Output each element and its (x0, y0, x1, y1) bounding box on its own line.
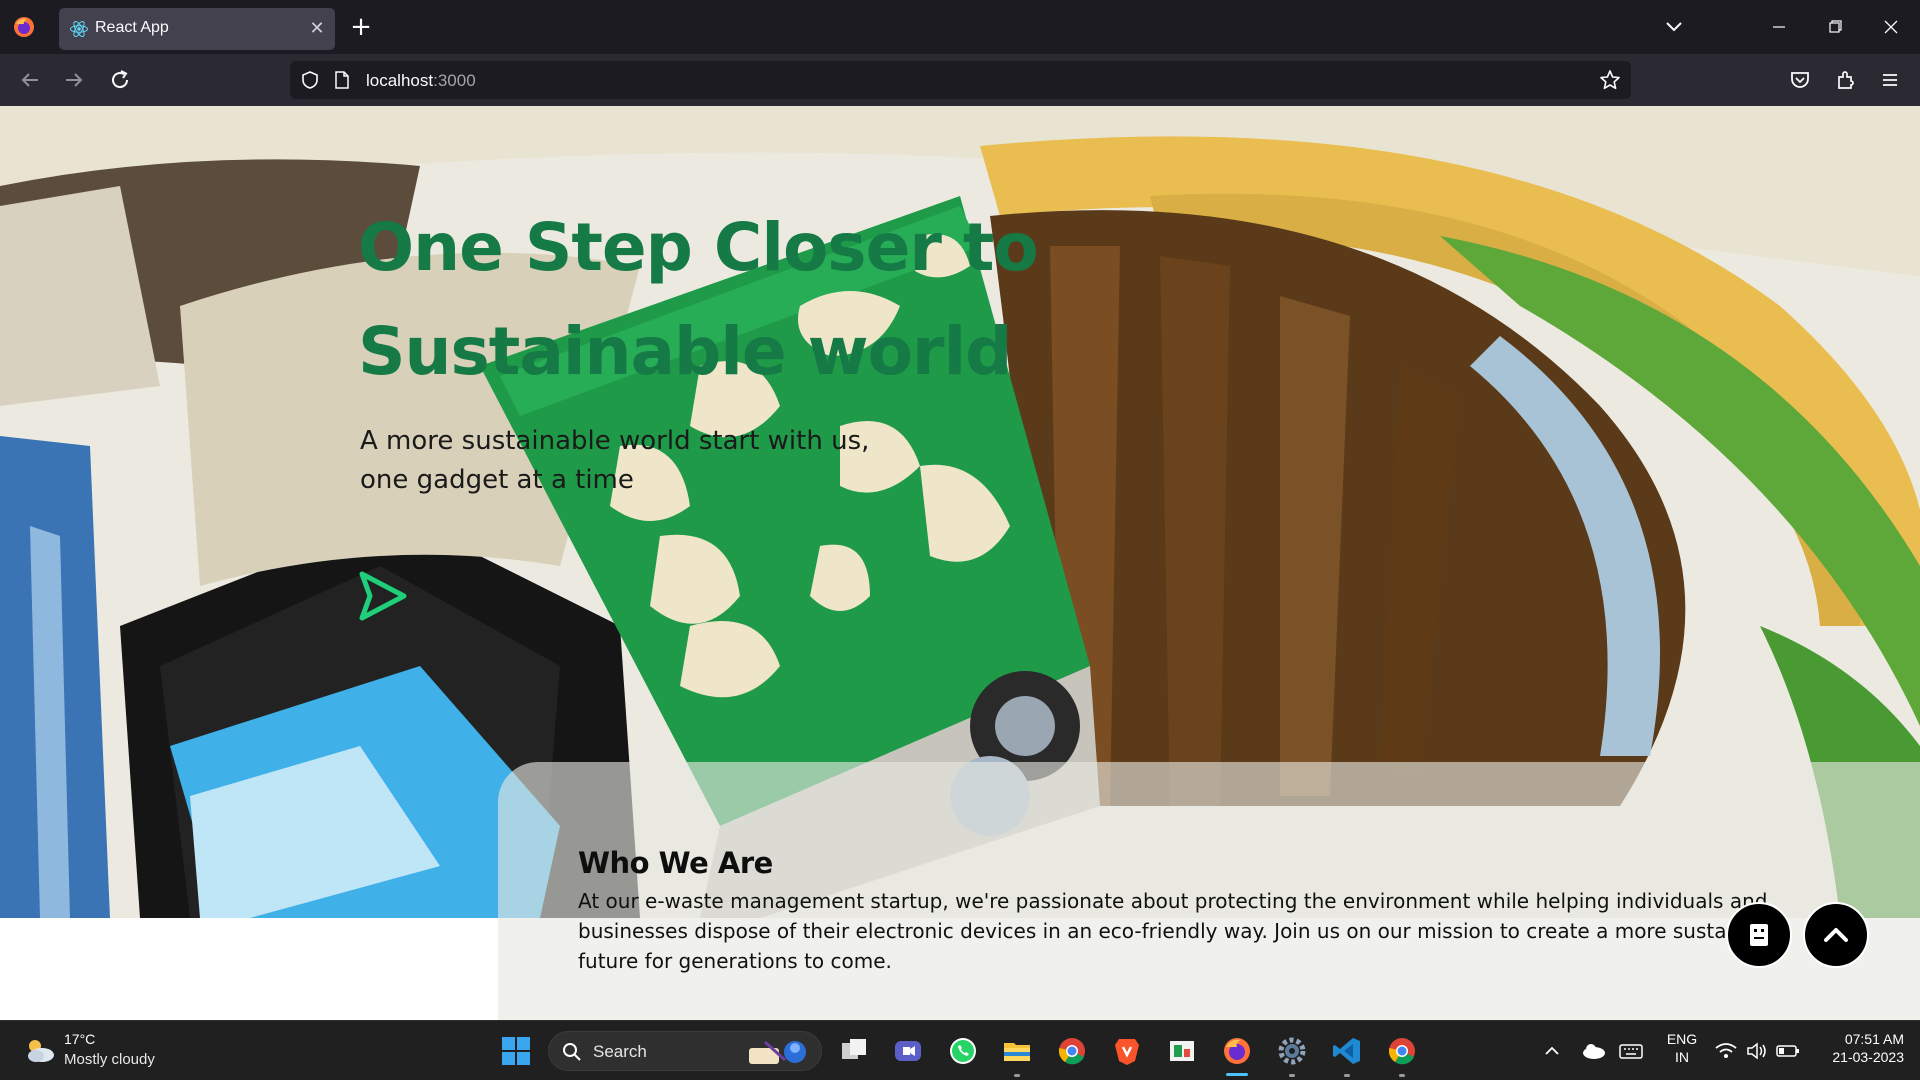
restore-icon[interactable] (1812, 10, 1858, 44)
page-info-icon[interactable] (333, 70, 351, 90)
language-code: ENG (1666, 1031, 1698, 1047)
new-tab-button[interactable]: + (347, 13, 375, 41)
app-running-indicator (1014, 1074, 1020, 1077)
app-running-indicator (1289, 1074, 1295, 1077)
hero-title-line-2: Sustainable world (358, 313, 1012, 390)
scroll-to-top-button[interactable] (1803, 902, 1869, 968)
clock-date: 21-03-2023 (1832, 1049, 1904, 1065)
bookmark-star-icon[interactable] (1599, 69, 1621, 91)
chrome-profile-icon[interactable] (1386, 1035, 1418, 1067)
onedrive-cloud-icon[interactable] (1578, 1035, 1608, 1067)
app-running-indicator (1344, 1074, 1350, 1077)
cloud-weather-icon[interactable] (22, 1035, 56, 1065)
hero-subtitle-line-2: one gadget at a time (360, 465, 634, 495)
firefox-menu-icon[interactable] (12, 15, 36, 39)
clock[interactable]: 07:51 AM 21-03-2023 (1808, 1031, 1904, 1065)
whatsapp-icon[interactable] (947, 1035, 979, 1067)
store-app-icon[interactable] (1166, 1035, 1198, 1067)
tracking-shield-icon[interactable] (300, 70, 320, 90)
chrome-icon[interactable] (1056, 1035, 1088, 1067)
battery-icon[interactable] (1774, 1035, 1802, 1067)
browser-tab-active[interactable]: React App ✕ (59, 8, 335, 50)
react-logo-icon (70, 20, 88, 38)
active-app-indicator (1226, 1073, 1248, 1076)
hamburger-menu-icon[interactable] (1876, 66, 1904, 94)
app-running-indicator (1399, 1074, 1405, 1077)
browser-tab-bar: React App ✕ + (0, 0, 1920, 54)
url-port: :3000 (433, 71, 476, 90)
reload-icon[interactable] (106, 66, 134, 94)
browser-nav-bar: localhost:3000 (0, 54, 1920, 106)
extensions-icon[interactable] (1832, 66, 1860, 94)
hero-subtitle-line-1: A more sustainable world start with us, (360, 426, 870, 456)
vscode-icon[interactable] (1331, 1035, 1363, 1067)
hero-subtitle: A more sustainable world start with us, … (360, 422, 920, 500)
search-icon (563, 1043, 581, 1061)
who-we-are-title: Who We Are (578, 846, 773, 880)
forward-arrow-icon[interactable] (60, 66, 88, 94)
tab-list-chevron-icon[interactable] (1660, 14, 1688, 40)
hero-title: One Step Closer to Sustainable world (358, 196, 1078, 404)
volume-icon[interactable] (1744, 1035, 1772, 1067)
page-viewport: One Step Closer to Sustainable world A m… (0, 106, 1920, 1020)
url-host: localhost (366, 71, 434, 90)
windows-start-icon[interactable] (500, 1035, 532, 1067)
file-explorer-icon[interactable] (1001, 1035, 1033, 1067)
firefox-taskbar-icon[interactable] (1221, 1035, 1253, 1067)
chat-bot-icon (1750, 924, 1768, 946)
weather-description[interactable]: Mostly cloudy (64, 1051, 155, 1068)
wifi-icon[interactable] (1712, 1035, 1740, 1067)
close-window-icon[interactable] (1868, 10, 1914, 44)
who-we-are-text: At our e-waste management startup, we're… (578, 889, 1788, 973)
teams-meet-icon[interactable] (892, 1035, 924, 1067)
keyboard-icon[interactable] (1616, 1035, 1646, 1067)
tab-close-icon[interactable]: ✕ (305, 17, 329, 41)
weather-temperature[interactable]: 17°C (64, 1031, 95, 1047)
clock-time: 07:51 AM (1844, 1031, 1904, 1047)
url-text[interactable]: localhost:3000 (366, 71, 476, 91)
task-view-icon[interactable] (838, 1035, 870, 1067)
show-hidden-icons-chevron-icon[interactable] (1538, 1035, 1566, 1067)
play-triangle-icon[interactable] (356, 568, 410, 624)
language-indicator[interactable]: ENG IN (1664, 1031, 1700, 1065)
settings-gear-icon[interactable] (1276, 1035, 1308, 1067)
pocket-icon[interactable] (1786, 66, 1814, 94)
search-highlight-illustration-icon (749, 1040, 806, 1064)
back-arrow-icon[interactable] (16, 66, 44, 94)
search-label: Search (593, 1042, 647, 1061)
url-bar[interactable]: localhost:3000 (290, 61, 1631, 99)
chevron-up-icon (1824, 928, 1848, 942)
hero-title-line-1: One Step Closer to (358, 209, 1039, 286)
taskbar-search-box[interactable]: Search (548, 1031, 822, 1071)
region-code: IN (1675, 1049, 1689, 1065)
minimize-icon[interactable] (1756, 10, 1802, 44)
tab-title: React App (95, 19, 169, 36)
chat-bot-button[interactable] (1726, 902, 1792, 968)
brave-browser-icon[interactable] (1111, 1035, 1143, 1067)
windows-taskbar: 17°C Mostly cloudy Search ENG IN 07:51 A… (0, 1020, 1920, 1080)
